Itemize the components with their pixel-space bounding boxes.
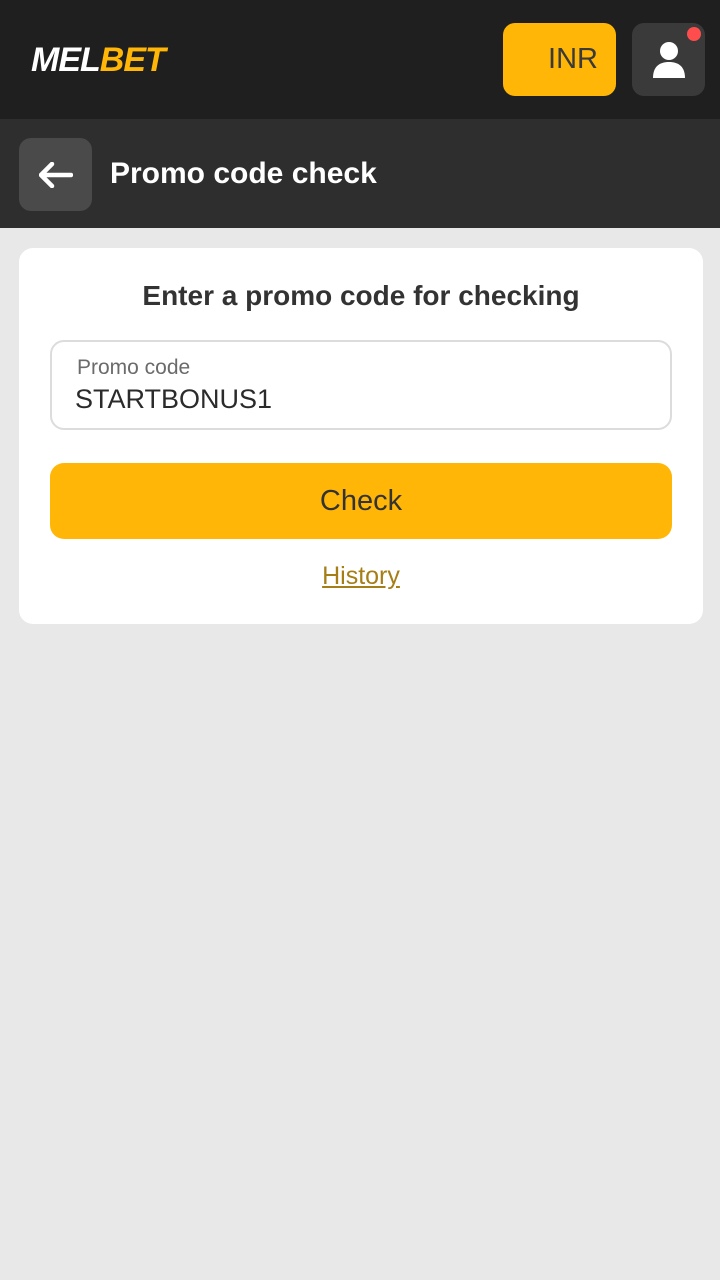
profile-button[interactable] <box>632 23 705 96</box>
check-button[interactable]: Check <box>50 463 672 539</box>
melbet-logo[interactable]: MELBET <box>31 40 166 80</box>
history-link-row: History <box>19 560 703 592</box>
currency-button[interactable]: INR <box>503 23 616 96</box>
logo-text-mel: MEL <box>31 41 101 79</box>
sub-header: Promo code check <box>0 119 720 228</box>
history-link[interactable]: History <box>322 562 400 590</box>
card-title: Enter a promo code for checking <box>142 280 580 311</box>
promo-check-card: Enter a promo code for checking Promo co… <box>19 248 703 624</box>
promo-code-field[interactable]: Promo code <box>50 340 672 430</box>
logo-text-bet: BET <box>99 41 166 79</box>
notification-dot <box>687 27 701 41</box>
top-bar: MELBET INR <box>0 0 720 119</box>
check-button-label: Check <box>319 484 403 517</box>
user-icon <box>652 41 685 78</box>
currency-label: INR <box>548 43 598 75</box>
page-title: Promo code check <box>110 157 377 190</box>
back-button[interactable] <box>19 138 92 211</box>
arrow-left-icon <box>38 161 73 188</box>
promo-code-label: Promo code <box>77 356 191 379</box>
promo-code-input[interactable] <box>75 382 645 416</box>
